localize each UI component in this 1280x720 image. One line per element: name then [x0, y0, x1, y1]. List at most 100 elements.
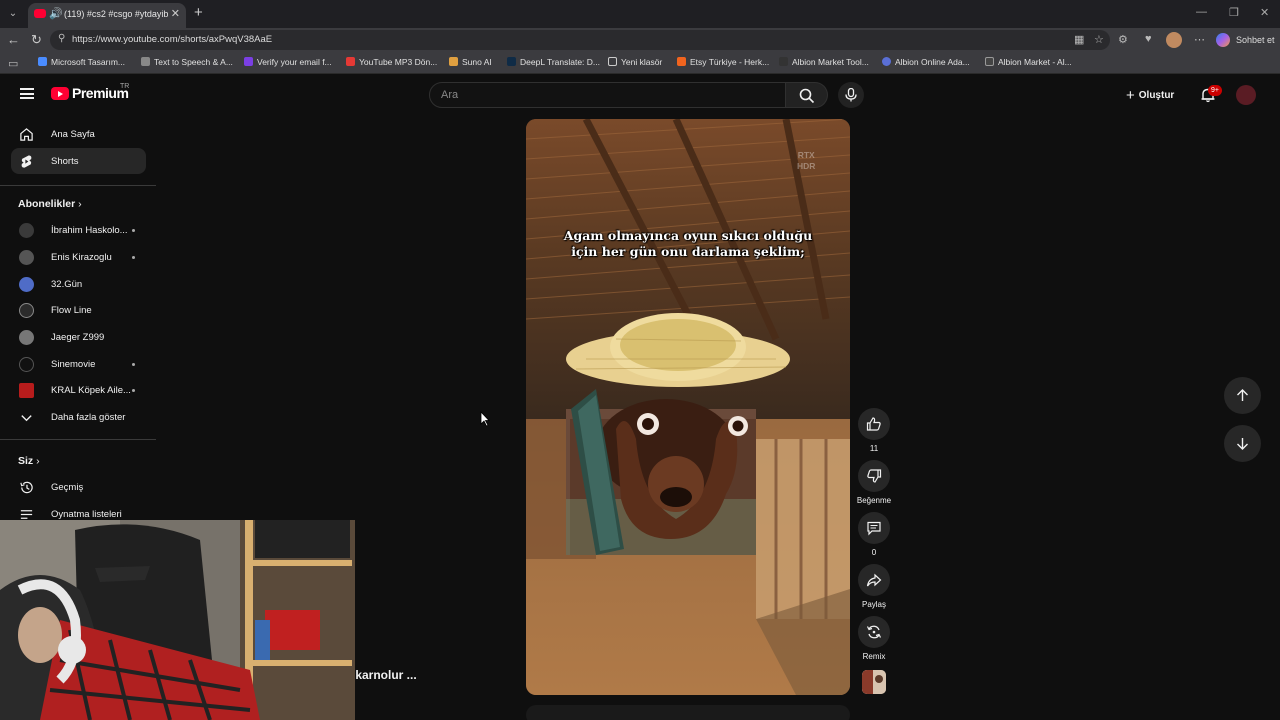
you-heading[interactable]: Siz › — [18, 455, 40, 467]
favorite-star-icon[interactable]: ☆ — [1094, 33, 1104, 46]
app-available-icon[interactable]: ▦ — [1074, 33, 1084, 46]
bookmark-item[interactable]: Etsy Türkiye - Herk... — [677, 57, 769, 71]
copilot-button[interactable]: Sohbet et — [1212, 30, 1276, 50]
bookmark-item[interactable]: Microsoft Tasarım... — [38, 57, 125, 71]
logo-country-code: TR — [120, 83, 130, 90]
comments-button[interactable] — [858, 512, 890, 544]
bookmark-item[interactable]: Albion Market - Al... — [985, 57, 1072, 71]
arrow-down-icon — [1237, 438, 1248, 450]
sidebar-item-subscription[interactable]: Jaeger Z999 — [11, 324, 146, 350]
guide-menu-icon[interactable] — [20, 88, 34, 99]
bookmark-favicon-icon — [38, 57, 47, 66]
bookmark-item[interactable]: Verify your email f... — [244, 57, 332, 71]
thumbs-up-icon — [866, 417, 881, 431]
sidebar-item-label: Shorts — [51, 156, 79, 167]
chevron-right-icon: › — [78, 198, 82, 210]
arrow-up-icon — [1237, 389, 1248, 401]
account-avatar[interactable] — [1236, 85, 1256, 105]
bookmark-item[interactable]: Suno AI — [449, 57, 492, 71]
home-icon — [20, 128, 33, 141]
sidebar-item-shorts[interactable]: Shorts — [11, 148, 146, 174]
more-options-icon[interactable]: ⋯ — [1194, 33, 1205, 46]
sidebar-item-label: Flow Line — [51, 305, 92, 316]
shorts-icon — [21, 155, 32, 168]
tab-list-chevron-icon[interactable]: ⌄ — [4, 5, 22, 23]
back-arrow-icon[interactable]: ← — [7, 32, 20, 47]
remix-button[interactable] — [858, 616, 890, 648]
bookmark-label: Suno AI — [462, 57, 492, 67]
channel-avatar — [19, 383, 34, 398]
minimize-icon[interactable]: — — [1196, 6, 1207, 18]
sidebar-item-subscription[interactable]: Flow Line — [11, 297, 146, 323]
bookmark-item[interactable]: Text to Speech & A... — [141, 57, 233, 71]
youtube-play-logo-icon — [51, 87, 69, 100]
like-button[interactable] — [858, 408, 890, 440]
new-tab-plus-icon[interactable]: + — [194, 4, 203, 21]
bookmark-favicon-icon — [244, 57, 253, 66]
next-short-button[interactable] — [1224, 425, 1261, 462]
sidebar-item-subscription[interactable]: Enis Kirazoglu — [11, 244, 146, 270]
channel-avatar — [19, 330, 34, 345]
short-title-fragment[interactable]: ikarnolur ... — [352, 668, 417, 682]
site-info-icon[interactable]: ⚲ — [58, 33, 65, 44]
sidebar-item-history[interactable]: Geçmiş — [11, 474, 146, 500]
chevron-down-icon — [21, 415, 32, 422]
close-tab-icon[interactable]: ✕ — [171, 7, 180, 20]
sidebar-item-subscription[interactable]: Sinemovie — [11, 351, 146, 377]
subscriptions-heading[interactable]: Abonelikler › — [18, 198, 82, 210]
dislike-label: Beğenme — [856, 496, 892, 505]
sidebar-item-label: İbrahim Haskolo... — [51, 225, 128, 236]
bookmark-label: Albion Online Ada... — [895, 57, 970, 67]
tab-actions-icon[interactable]: ▭ — [8, 57, 18, 70]
comment-icon — [867, 521, 881, 536]
url-field[interactable]: ⚲ https://www.youtube.com/shorts/axPwqV3… — [50, 30, 1110, 50]
sidebar-item-home[interactable]: Ana Sayfa — [11, 121, 146, 147]
browser-profile-avatar[interactable] — [1166, 32, 1182, 48]
share-arrow-icon — [866, 573, 882, 587]
bookmark-label: Microsoft Tasarım... — [51, 57, 125, 67]
window-close-icon[interactable]: ✕ — [1260, 6, 1269, 19]
browser-tab-active[interactable]: 🔊 (119) #cs2 #csgo #ytdayibeni ✕ — [28, 3, 186, 28]
sidebar-item-subscription[interactable]: KRAL Köpek Aile... — [11, 377, 146, 403]
bookmark-label: Albion Market - Al... — [998, 57, 1072, 67]
audio-source-thumbnail[interactable] — [862, 670, 886, 694]
dislike-button[interactable] — [858, 460, 890, 492]
previous-short-button[interactable] — [1224, 377, 1261, 414]
sidebar-item-label: Oynatma listeleri — [51, 509, 122, 520]
address-bar-row: ← ↻ ⚲ https://www.youtube.com/shorts/axP… — [0, 28, 1280, 52]
next-short-preview[interactable] — [526, 705, 850, 720]
show-more-button[interactable]: Daha fazla göster — [11, 404, 146, 430]
search-input[interactable]: Ara — [429, 82, 786, 108]
bookmark-favicon-icon — [985, 57, 994, 66]
bookmarks-bar: ▭ Microsoft Tasarım... Text to Speech & … — [0, 52, 1280, 74]
sidebar-item-subscription[interactable]: İbrahim Haskolo... — [11, 217, 146, 243]
sidebar-item-subscription[interactable]: 32.Gün — [11, 271, 146, 297]
create-button[interactable]: + Oluştur — [1126, 87, 1174, 104]
bookmark-item[interactable]: YouTube MP3 Dön... — [346, 57, 437, 71]
share-button[interactable] — [858, 564, 890, 596]
bookmark-item[interactable]: Albion Online Ada... — [882, 57, 970, 71]
webcam-feed-image — [0, 520, 355, 720]
bookmark-item[interactable]: Albion Market Tool... — [779, 57, 869, 71]
maximize-icon[interactable]: ❐ — [1229, 6, 1239, 19]
sidebar-divider — [0, 185, 156, 186]
channel-avatar — [19, 277, 34, 292]
bookmark-label: DeepL Translate: D... — [520, 57, 601, 67]
search-button[interactable] — [786, 82, 828, 108]
browser-essentials-icon[interactable]: ♥ — [1145, 33, 1152, 45]
new-content-dot — [132, 256, 135, 259]
sidebar-item-label: Enis Kirazoglu — [51, 252, 112, 263]
bookmark-label: YouTube MP3 Dön... — [359, 57, 438, 67]
speaker-icon[interactable]: 🔊 — [49, 7, 63, 20]
new-content-dot — [132, 363, 135, 366]
bookmark-favicon-icon — [507, 57, 516, 66]
bookmark-folder[interactable]: Yeni klasör — [608, 57, 662, 71]
channel-avatar — [19, 303, 34, 318]
extensions-icon[interactable]: ⚙ — [1118, 33, 1128, 46]
short-video-player[interactable] — [526, 119, 850, 695]
remix-label: Remix — [862, 652, 886, 661]
sidebar-item-label: Jaeger Z999 — [51, 332, 105, 343]
bookmark-item[interactable]: DeepL Translate: D... — [507, 57, 600, 71]
voice-search-button[interactable] — [838, 82, 864, 108]
refresh-icon[interactable]: ↻ — [31, 32, 42, 48]
